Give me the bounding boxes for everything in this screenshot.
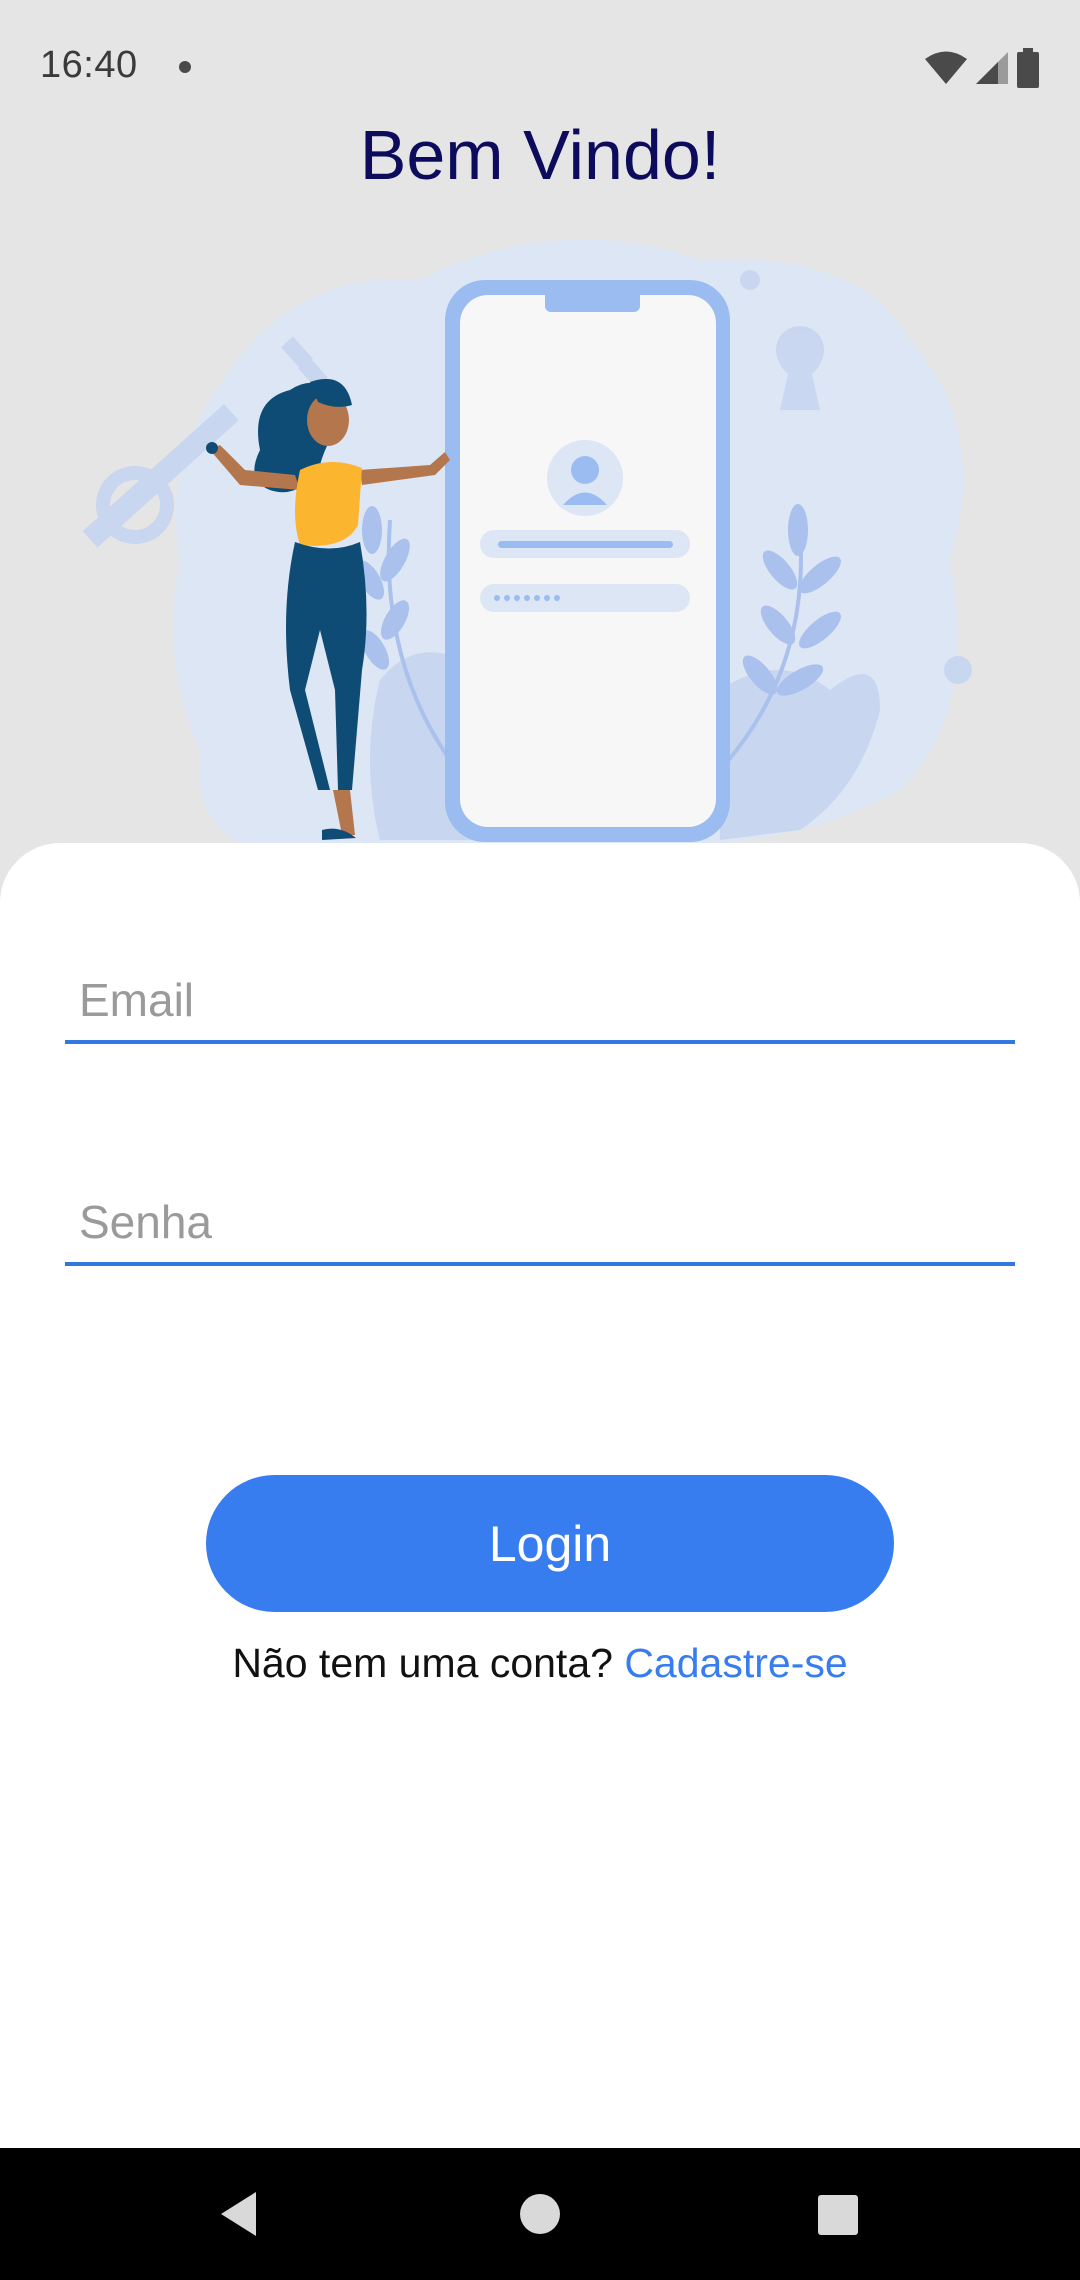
home-icon[interactable] [519,2193,561,2235]
password-field-container [65,1182,1015,1266]
email-field[interactable] [79,960,999,1040]
cell-signal-icon [976,52,1008,84]
signup-prompt: Não tem uma conta? [232,1640,613,1686]
back-icon[interactable] [218,2190,260,2238]
login-button[interactable]: Login [206,1475,894,1612]
email-field-container [65,960,1015,1044]
password-field[interactable] [79,1182,999,1262]
signup-link[interactable]: Cadastre-se [624,1640,847,1686]
recents-icon[interactable] [817,2194,859,2236]
status-icons [924,48,1040,88]
notification-dot-icon [179,61,191,73]
battery-icon [1017,48,1039,88]
wifi-icon [925,51,967,84]
status-time: 16:40 [40,44,138,86]
system-nav-bar [0,2148,1080,2280]
signup-row: Não tem uma conta? Cadastre-se [0,1640,1080,1687]
login-illustration [0,230,1080,850]
page-title: Bem Vindo! [359,116,721,194]
